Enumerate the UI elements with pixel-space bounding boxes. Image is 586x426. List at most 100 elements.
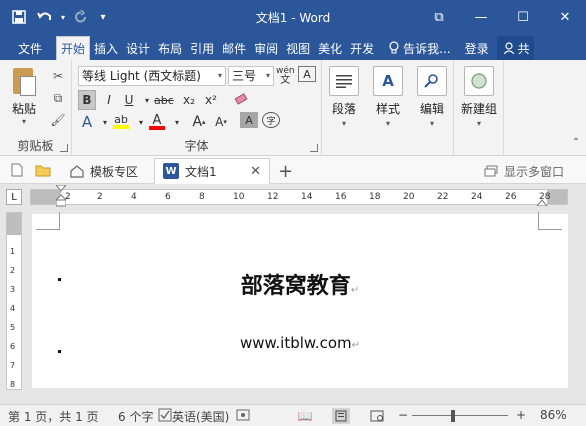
italic-label: I bbox=[107, 93, 111, 107]
ruler-tick-label: 18 bbox=[369, 192, 381, 202]
tab-design[interactable]: 设计 bbox=[122, 36, 154, 60]
clear-formatting-button[interactable] bbox=[232, 90, 250, 110]
tab-mailings[interactable]: 邮件 bbox=[218, 36, 250, 60]
bold-button[interactable]: B bbox=[78, 90, 96, 110]
font-size-select[interactable]: 三号 ▾ bbox=[228, 66, 274, 86]
folder-icon[interactable] bbox=[34, 161, 52, 179]
web-layout-icon bbox=[370, 410, 384, 422]
undo-dropdown[interactable]: ▾ bbox=[58, 6, 68, 28]
read-mode-button[interactable]: 📖 bbox=[296, 408, 314, 424]
font-color-dropdown[interactable]: ▾ bbox=[168, 112, 186, 132]
phonetic-guide-button[interactable]: wén 文 bbox=[276, 66, 295, 86]
text-effects-button[interactable]: A bbox=[78, 112, 96, 132]
customize-qat-button[interactable]: ▾ bbox=[94, 6, 112, 28]
font-name-value: 等线 Light (西文标题) bbox=[82, 69, 201, 83]
horizontal-ruler[interactable]: 2 2 4 6 8 10 12 14 16 18 20 22 24 26 28 bbox=[30, 185, 568, 207]
minimize-icon: — bbox=[474, 9, 488, 25]
vertical-ruler[interactable]: 1 2 3 4 5 6 7 8 bbox=[6, 212, 22, 390]
grow-font-button[interactable]: A ▴ bbox=[190, 112, 208, 132]
show-multi-window-label: 显示多窗口 bbox=[504, 164, 565, 179]
proofing-icon[interactable] bbox=[158, 408, 172, 425]
close-button[interactable]: ✕ bbox=[544, 0, 586, 34]
brush-icon: 🖌 bbox=[50, 113, 66, 127]
person-icon bbox=[503, 42, 515, 54]
macro-record-icon[interactable] bbox=[236, 408, 250, 425]
maximize-button[interactable]: ☐ bbox=[502, 0, 544, 34]
cut-button[interactable]: ✂ bbox=[48, 66, 68, 86]
strikethrough-button[interactable]: abc bbox=[154, 90, 174, 110]
add-tab-button[interactable]: + bbox=[270, 158, 301, 184]
paste-dropdown-icon: ▾ bbox=[21, 117, 26, 126]
redo-button[interactable] bbox=[68, 6, 94, 28]
show-multi-window-button[interactable]: 显示多窗口 bbox=[476, 158, 572, 184]
underline-button[interactable]: U bbox=[120, 90, 138, 110]
ribbon-display-button[interactable]: ⧉ bbox=[418, 0, 460, 34]
font-color-button[interactable]: A bbox=[148, 112, 166, 132]
vruler-tick-label: 2 bbox=[10, 266, 16, 275]
page-icon[interactable] bbox=[8, 161, 26, 179]
char-shading-button[interactable]: A bbox=[240, 112, 258, 128]
group-font: 等线 Light (西文标题) ▾ 三号 ▾ wén 文 A B I U ▾ a… bbox=[72, 60, 322, 156]
tell-me-text: 告诉我... bbox=[403, 41, 451, 56]
tab-review[interactable]: 审阅 bbox=[250, 36, 282, 60]
font-name-select[interactable]: 等线 Light (西文标题) ▾ bbox=[78, 66, 226, 86]
highlight-button[interactable]: ab bbox=[112, 112, 130, 132]
language-indicator[interactable]: 英语(美国) bbox=[172, 408, 229, 425]
tab-template-zone[interactable]: 模板专区 bbox=[62, 158, 146, 184]
paste-button[interactable]: 粘贴 ▾ bbox=[6, 66, 42, 126]
copy-button[interactable]: ⧉ bbox=[48, 88, 68, 108]
document-page[interactable]: 部落窝教育↵ www.itblw.com↵ bbox=[32, 212, 568, 388]
print-layout-button[interactable] bbox=[332, 408, 350, 424]
tab-view[interactable]: 视图 bbox=[282, 36, 314, 60]
minimize-button[interactable]: — bbox=[460, 0, 502, 34]
font-launcher[interactable] bbox=[310, 144, 318, 152]
zoom-level[interactable]: 86% bbox=[540, 408, 567, 422]
tab-developer[interactable]: 开发 bbox=[346, 36, 378, 60]
save-icon bbox=[12, 10, 26, 24]
tell-me-search[interactable]: 告诉我... bbox=[378, 36, 456, 60]
enclose-characters-button[interactable]: 字 bbox=[262, 112, 280, 128]
highlight-color-bar bbox=[113, 125, 129, 129]
zoom-in-button[interactable]: + bbox=[516, 408, 526, 422]
ruler-tick-label: 26 bbox=[505, 192, 517, 202]
document-url-line[interactable]: www.itblw.com↵ bbox=[32, 334, 568, 352]
collapse-ribbon-button[interactable]: ⌃ bbox=[566, 132, 586, 152]
share-label: 共 bbox=[517, 41, 530, 56]
new-group-button[interactable]: 新建组 ▾ bbox=[451, 66, 507, 128]
tab-beautify[interactable]: 美化 bbox=[314, 36, 346, 60]
clipboard-launcher[interactable] bbox=[60, 144, 68, 152]
horizontal-ruler-row: L 2 2 4 6 8 10 12 14 16 18 20 22 24 26 28 bbox=[0, 184, 586, 210]
shrink-font-button[interactable]: A ▾ bbox=[212, 112, 230, 132]
tab-layout[interactable]: 布局 bbox=[154, 36, 186, 60]
zoom-slider-track[interactable] bbox=[412, 415, 508, 416]
login-link[interactable]: 登录 bbox=[457, 36, 497, 60]
clear-border-button[interactable]: A bbox=[298, 66, 316, 82]
chevron-up-icon: ⌃ bbox=[571, 136, 581, 148]
ruler-tick-label: 20 bbox=[403, 192, 415, 202]
save-button[interactable] bbox=[6, 6, 32, 28]
word-count[interactable]: 6 个字 bbox=[118, 408, 153, 425]
tab-stop-selector[interactable]: L bbox=[6, 189, 22, 205]
undo-button[interactable] bbox=[32, 6, 58, 28]
zoom-out-button[interactable]: − bbox=[398, 408, 408, 422]
tab-home[interactable]: 开始 bbox=[56, 36, 91, 60]
zoom-slider-thumb[interactable] bbox=[451, 410, 456, 422]
share-button[interactable]: 共 bbox=[496, 36, 534, 60]
italic-button[interactable]: I bbox=[100, 90, 118, 110]
format-painter-button[interactable]: 🖌 bbox=[48, 110, 68, 130]
subscript-button[interactable]: x₂ bbox=[180, 90, 198, 110]
indent-marker-icon[interactable] bbox=[56, 185, 66, 207]
tab-file[interactable]: 文件 bbox=[0, 36, 56, 60]
new-group-label: 新建组 bbox=[460, 102, 497, 116]
document-heading[interactable]: 部落窝教育↵ bbox=[32, 268, 568, 300]
right-indent-marker-icon[interactable] bbox=[537, 198, 547, 206]
close-tab-icon[interactable]: ✕ bbox=[250, 164, 261, 179]
ruler-tick-label: 2 bbox=[97, 192, 103, 202]
tab-references[interactable]: 引用 bbox=[186, 36, 218, 60]
shrink-font-label: A bbox=[215, 115, 224, 129]
tab-insert[interactable]: 插入 bbox=[90, 36, 122, 60]
tab-document1[interactable]: W 文档1 ✕ bbox=[154, 158, 270, 184]
web-layout-button[interactable] bbox=[368, 408, 386, 424]
superscript-button[interactable]: x² bbox=[202, 90, 220, 110]
page-count[interactable]: 第 1 页，共 1 页 bbox=[8, 408, 99, 425]
